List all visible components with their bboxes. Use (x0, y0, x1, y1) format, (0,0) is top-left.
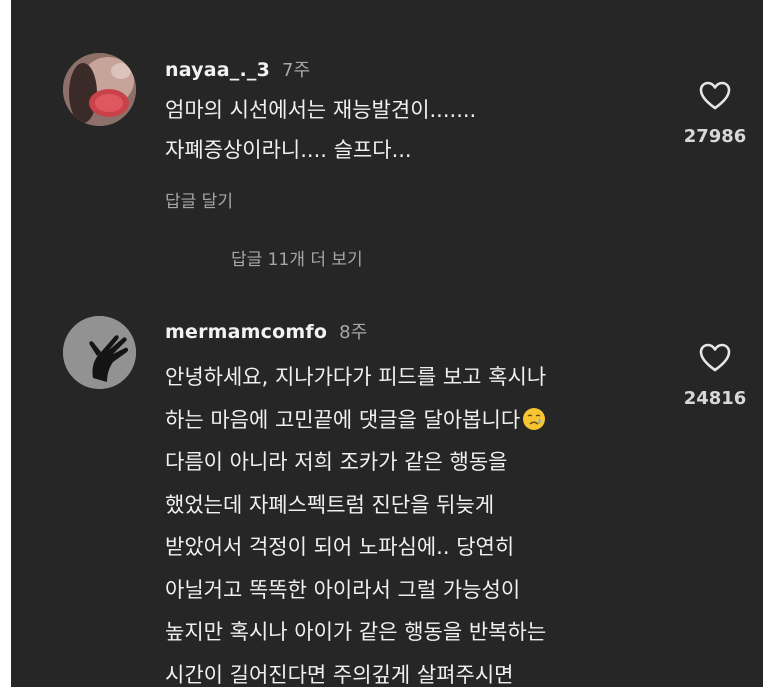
comment-line: 했었는데 자폐스펙트럼 진단을 뒤늦게 (165, 492, 495, 517)
comment-line: 하는 마음에 고민끝에 댓글을 달아봅니다 (165, 399, 546, 442)
comment-line: 엄마의 시선에서는 재능발견이....... (165, 98, 477, 122)
avatar[interactable] (63, 53, 136, 126)
comment-line: 높지만 혹시나 아이가 같은 행동을 반복하는 (165, 620, 547, 644)
heart-outline-icon[interactable] (699, 343, 731, 373)
avatar[interactable] (63, 316, 136, 389)
crying-face-emoji (523, 407, 546, 430)
comment-time: 7주 (282, 60, 311, 81)
comment-line: 아닐거고 똑똑한 아이라서 그럴 가능성이 (165, 577, 521, 602)
comment-text: 엄마의 시선에서는 재능발견이....... 자폐증상이라니.... 슬프다..… (165, 90, 476, 170)
comments-panel: nayaa_._3 7주 엄마의 시선에서는 재능발견이....... 자폐증상이… (11, 0, 763, 687)
comment-line: 시간이 길어진다면 주의깊게 살펴주시면 (165, 662, 514, 687)
like-count: 24816 (683, 388, 747, 409)
avatar-photo (63, 316, 136, 389)
comment-username[interactable]: nayaa_._3 7주 (165, 56, 310, 82)
view-more-replies-button[interactable]: 답글 11개 더 보기 (231, 245, 363, 270)
reply-button[interactable]: 답글 달기 (165, 187, 233, 212)
comment-username[interactable]: mermamcomfo 8주 (165, 318, 368, 344)
avatar-photo (63, 53, 136, 126)
comment-line: 안녕하세요, 지나가다가 피드를 보고 혹시나 (165, 365, 547, 389)
like-count: 27986 (683, 126, 747, 147)
comment-line: 받았어서 걱정이 되어 노파심에.. 당연히 (165, 535, 515, 559)
heart-outline-icon[interactable] (699, 81, 731, 111)
comment-time: 8주 (339, 322, 368, 343)
comment-line: 다름이 아니라 저희 조카가 같은 행동을 (165, 450, 508, 474)
comment-line: 자폐증상이라니.... 슬프다... (165, 138, 412, 162)
comment-text: 안녕하세요, 지나가다가 피드를 보고 혹시나 하는 마음에 고민끝에 댓글을 … (165, 356, 546, 687)
